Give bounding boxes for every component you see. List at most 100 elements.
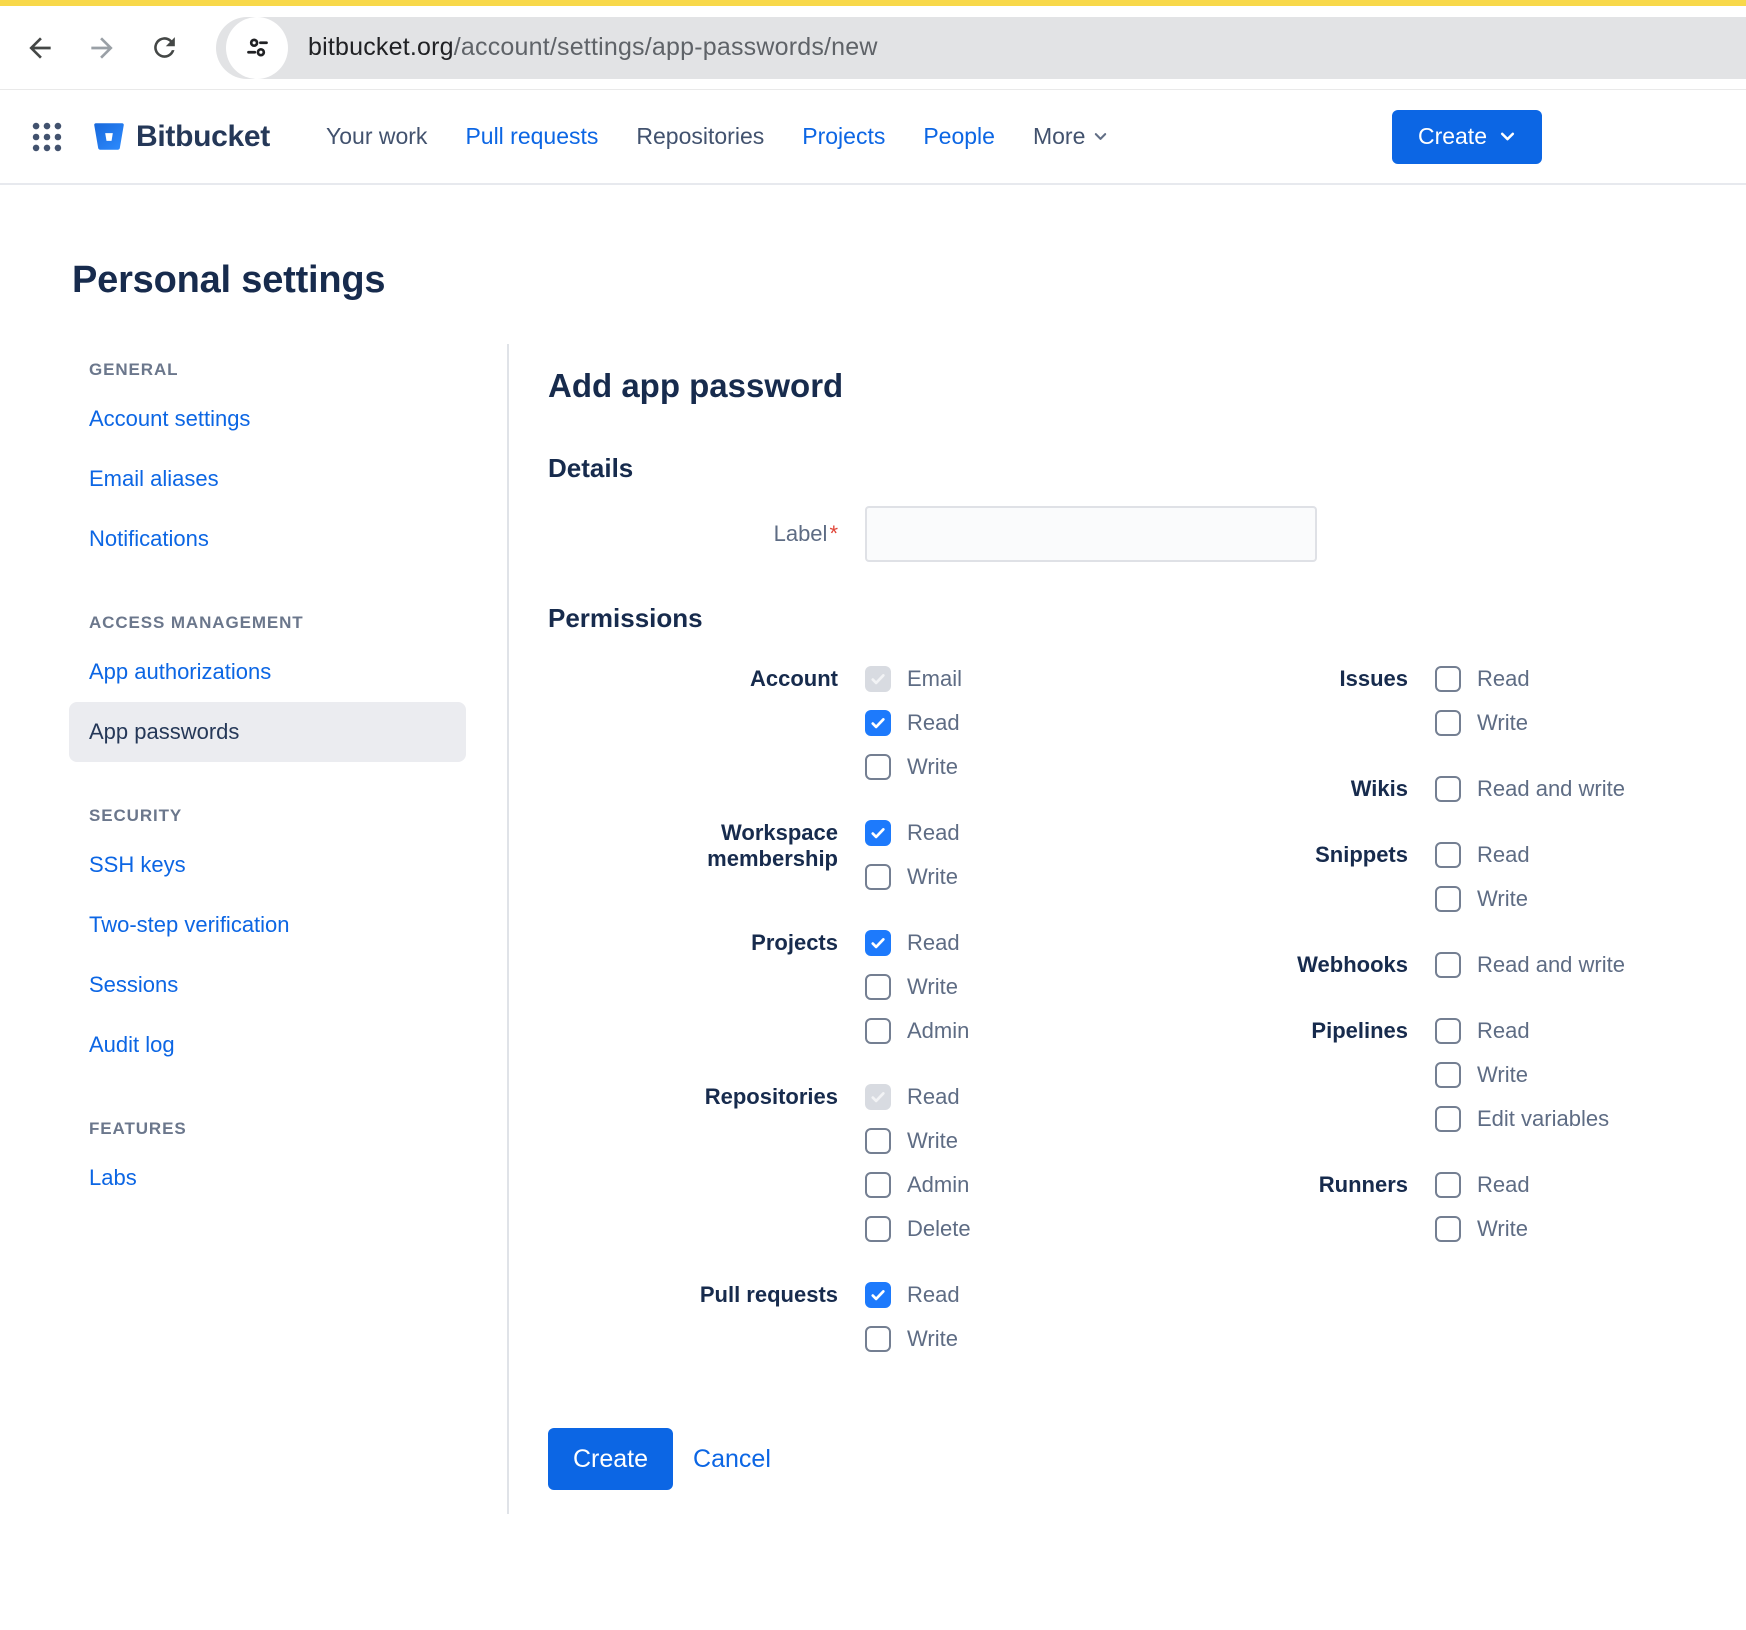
permission-options: ReadWrite [1435,666,1530,736]
browser-forward-button[interactable] [80,26,124,70]
browser-toolbar: bitbucket.org/account/settings/app-passw… [0,6,1746,90]
browser-reload-button[interactable] [142,26,186,70]
checkbox-projects-read[interactable] [865,930,891,956]
nav-item-pull-requests[interactable]: Pull requests [465,123,598,150]
checkbox-issues-read[interactable] [1435,666,1461,692]
permission-options: ReadWrite [865,820,960,890]
checkbox-repositories-delete[interactable] [865,1216,891,1242]
checkbox-runners-read[interactable] [1435,1172,1461,1198]
bitbucket-home-link[interactable]: Bitbucket [92,120,270,154]
permission-option-account-write: Write [865,754,962,780]
checkbox-label: Read [907,1084,960,1110]
checkbox-snippets-write[interactable] [1435,886,1461,912]
permission-group-projects: ProjectsReadWriteAdmin [548,930,1008,1044]
sidebar-item-app-authorizations[interactable]: App authorizations [69,642,466,702]
sidebar-item-account-settings[interactable]: Account settings [69,389,466,449]
url-host: bitbucket.org [308,33,454,61]
sidebar-item-two-step-verification[interactable]: Two-step verification [69,895,466,955]
permission-option-repositories-read: Read [865,1084,971,1110]
permission-group-label: Repositories [548,1084,838,1242]
sidebar-item-app-passwords[interactable]: App passwords [69,702,466,762]
nav-item-label: More [1033,123,1085,150]
label-field-label: Label* [548,521,838,547]
details-heading: Details [548,452,1746,484]
nav-item-repositories[interactable]: Repositories [636,123,764,150]
permission-group-account: AccountEmailReadWrite [548,666,1008,780]
checkbox-pipelines-edit-variables[interactable] [1435,1106,1461,1132]
checkbox-account-read[interactable] [865,710,891,736]
nav-item-more[interactable]: More [1033,123,1108,150]
checkbox-repositories-write[interactable] [865,1128,891,1154]
nav-item-projects[interactable]: Projects [802,123,885,150]
app-switcher-button[interactable] [30,120,64,154]
checkbox-pipelines-write[interactable] [1435,1062,1461,1088]
sidebar-item-ssh-keys[interactable]: SSH keys [69,835,466,895]
sidebar-item-labs[interactable]: Labs [69,1148,466,1208]
permission-option-projects-read: Read [865,930,969,956]
permission-group-label: Runners [1238,1172,1408,1242]
permission-group-label: Pipelines [1238,1018,1408,1132]
checkbox-snippets-read[interactable] [1435,842,1461,868]
sidebar-item-sessions[interactable]: Sessions [69,955,466,1015]
tune-icon [244,34,271,61]
permission-options: Read and write [1435,952,1625,978]
nav-create-button[interactable]: Create [1392,110,1542,164]
checkbox-account-email [865,666,891,692]
checkbox-pull-requests-read[interactable] [865,1282,891,1308]
create-button[interactable]: Create [548,1428,673,1490]
checkbox-pipelines-read[interactable] [1435,1018,1461,1044]
checkbox-wikis-read-and-write[interactable] [1435,776,1461,802]
checkbox-label: Write [1477,1216,1528,1242]
nav-item-label: Repositories [636,123,764,150]
permission-group-label: Projects [548,930,838,1044]
checkbox-workspace-membership-write[interactable] [865,864,891,890]
permission-option-issues-write: Write [1435,710,1530,736]
form-title: Add app password [548,366,1746,406]
checkbox-label: Write [1477,1062,1528,1088]
label-input[interactable] [865,506,1317,562]
permission-group-label: Wikis [1238,776,1408,802]
checkbox-issues-write[interactable] [1435,710,1461,736]
checkbox-pull-requests-write[interactable] [865,1326,891,1352]
checkbox-webhooks-read-and-write[interactable] [1435,952,1461,978]
brand-name: Bitbucket [136,120,270,154]
checkbox-workspace-membership-read[interactable] [865,820,891,846]
permission-option-pipelines-read: Read [1435,1018,1609,1044]
checkbox-projects-admin[interactable] [865,1018,891,1044]
permission-group-pipelines: PipelinesReadWriteEdit variables [1238,1018,1625,1132]
sidebar-section-header: SECURITY [69,806,507,826]
permission-option-repositories-delete: Delete [865,1216,971,1242]
site-settings-chip[interactable] [226,17,288,79]
page-title: Personal settings [72,259,1746,302]
permission-option-pull-requests-read: Read [865,1282,960,1308]
permission-option-snippets-write: Write [1435,886,1530,912]
check-icon [869,1286,887,1304]
app-navbar: Bitbucket Your work Pull requests Reposito… [0,90,1746,185]
cancel-link[interactable]: Cancel [693,1445,771,1474]
sidebar-item-email-aliases[interactable]: Email aliases [69,449,466,509]
permission-option-runners-read: Read [1435,1172,1530,1198]
permission-group-label: Webhooks [1238,952,1408,978]
sidebar-item-notifications[interactable]: Notifications [69,509,466,569]
checkbox-runners-write[interactable] [1435,1216,1461,1242]
browser-back-button[interactable] [18,26,62,70]
back-arrow-icon [24,32,56,64]
address-bar[interactable]: bitbucket.org/account/settings/app-passw… [216,17,1746,79]
permission-option-wikis-read-and-write: Read and write [1435,776,1625,802]
checkbox-label: Read [1477,1018,1530,1044]
checkbox-label: Admin [907,1172,969,1198]
sidebar-item-audit-log[interactable]: Audit log [69,1015,466,1075]
check-icon [869,934,887,952]
checkbox-account-write[interactable] [865,754,891,780]
settings-sidebar: GENERALAccount settingsEmail aliasesNoti… [0,344,507,1514]
nav-item-label: Projects [802,123,885,150]
nav-item-people[interactable]: People [923,123,995,150]
sidebar-section-features: FEATURESLabs [69,1119,507,1208]
checkbox-projects-write[interactable] [865,974,891,1000]
chevron-down-icon [1499,128,1516,145]
chevron-down-icon [1093,129,1108,144]
app-grid-icon [30,120,64,154]
nav-item-your-work[interactable]: Your work [326,123,427,150]
permission-option-account-email: Email [865,666,962,692]
checkbox-repositories-admin[interactable] [865,1172,891,1198]
